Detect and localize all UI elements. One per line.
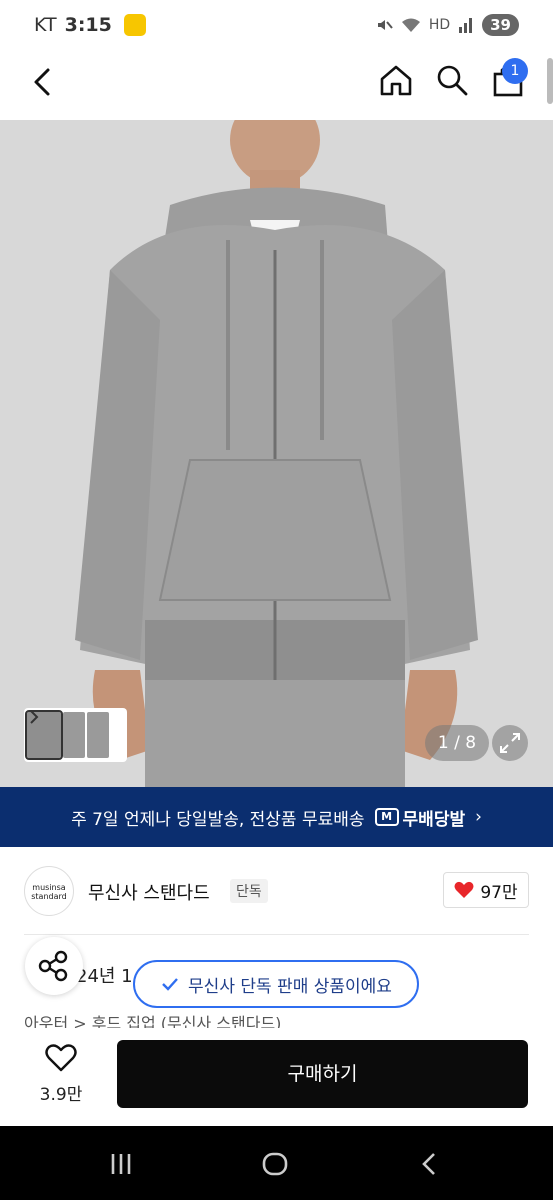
battery-indicator: 39 bbox=[482, 14, 519, 36]
check-icon bbox=[162, 978, 178, 991]
top-nav-bar: 1 bbox=[0, 52, 553, 120]
brand-name[interactable]: 무신사 스탠다드 bbox=[88, 879, 210, 905]
heart-filled-icon bbox=[454, 881, 474, 898]
brand-logo[interactable]: musinsa standard bbox=[24, 866, 74, 916]
brand-like-count: 97만 bbox=[480, 882, 518, 903]
product-image-gallery[interactable]: 1 / 8 bbox=[0, 120, 553, 787]
system-navigation-bar bbox=[0, 1126, 553, 1200]
heart-outline-icon bbox=[45, 1044, 77, 1072]
carrier-label: KT bbox=[34, 14, 57, 36]
category-breadcrumb[interactable]: 아우터 > 후드 집업 (무신사 스탠다드) bbox=[24, 1010, 281, 1028]
divider bbox=[24, 934, 529, 935]
expand-icon bbox=[500, 733, 520, 753]
scroll-indicator bbox=[547, 58, 553, 104]
share-icon bbox=[38, 950, 68, 982]
release-date-partial: 24년 1 bbox=[76, 966, 133, 987]
product-photo bbox=[0, 120, 553, 787]
home-icon[interactable] bbox=[378, 62, 414, 98]
exclusive-toast: 무신사 단독 판매 상품이에요 bbox=[133, 960, 419, 1008]
signal-icon bbox=[459, 18, 473, 33]
thumbnail-strip[interactable] bbox=[24, 708, 127, 762]
free-shipping-banner[interactable]: 주 7일 언제나 당일발송, 전상품 무료배송 M 무배당발 › bbox=[0, 787, 553, 847]
promo-badge: M 무배당발 bbox=[374, 805, 466, 830]
exclusive-tag: 단독 bbox=[230, 879, 268, 903]
status-bar: KT 3:15 HD 39 bbox=[0, 0, 553, 52]
brand-like-button[interactable]: 97만 bbox=[443, 872, 529, 908]
search-icon[interactable] bbox=[434, 62, 470, 98]
image-counter: 1 / 8 bbox=[425, 725, 489, 761]
home-button-icon[interactable] bbox=[261, 1150, 289, 1178]
brand-logo-line1: musinsa bbox=[32, 883, 66, 892]
share-button[interactable] bbox=[25, 937, 83, 995]
thumbnail-3[interactable] bbox=[87, 712, 109, 758]
back-arrow-icon[interactable] bbox=[28, 66, 60, 98]
bottom-action-bar: 3.9만 구매하기 bbox=[0, 1028, 553, 1126]
cart-count-badge: 1 bbox=[502, 58, 528, 84]
promo-text: 주 7일 언제나 당일발송, 전상품 무료배송 bbox=[71, 809, 365, 830]
chevron-right-icon[interactable] bbox=[28, 708, 40, 726]
brand-logo-line2: standard bbox=[31, 892, 67, 901]
recent-apps-icon[interactable] bbox=[107, 1150, 135, 1178]
wishlist-count: 3.9만 bbox=[39, 1085, 83, 1105]
network-label: HD bbox=[428, 17, 451, 33]
delivery-truck-icon: M bbox=[374, 808, 399, 826]
buy-button[interactable]: 구매하기 bbox=[117, 1040, 528, 1108]
promo-badge-text: 무배당발 bbox=[402, 809, 466, 830]
chevron-right-icon: › bbox=[475, 807, 482, 827]
wishlist-button[interactable]: 3.9만 bbox=[30, 1044, 92, 1106]
clock: 3:15 bbox=[64, 14, 112, 36]
system-back-icon[interactable] bbox=[416, 1150, 444, 1178]
wifi-icon bbox=[401, 18, 420, 32]
fullscreen-button[interactable] bbox=[492, 725, 528, 761]
thumbnail-2[interactable] bbox=[63, 712, 85, 758]
app-notification-icon bbox=[123, 14, 146, 36]
toast-text: 무신사 단독 판매 상품이에요 bbox=[188, 976, 392, 997]
status-right: HD 39 bbox=[375, 14, 519, 36]
mute-icon bbox=[377, 20, 393, 30]
status-left: KT 3:15 bbox=[34, 14, 146, 36]
brand-row: musinsa standard 무신사 스탠다드 단독 97만 bbox=[24, 866, 529, 916]
